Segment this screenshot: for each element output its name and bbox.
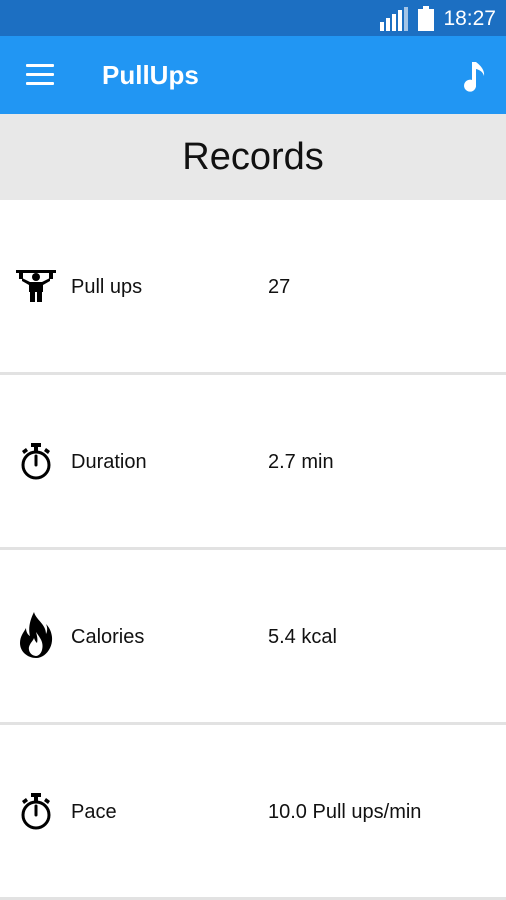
pull-up-icon bbox=[16, 270, 56, 302]
stopwatch-icon bbox=[21, 443, 51, 480]
flame-icon bbox=[20, 612, 53, 658]
record-row-calories: Calories 5.4 kcal bbox=[0, 550, 506, 725]
app-bar: PullUps bbox=[0, 36, 506, 114]
status-bar: 18:27 bbox=[0, 0, 506, 36]
signal-icon bbox=[380, 7, 408, 31]
record-label: Calories bbox=[71, 626, 145, 648]
record-row-pace: Pace 10.0 Pull ups/min bbox=[0, 725, 506, 900]
app-title: PullUps bbox=[102, 60, 199, 90]
records-header: Records bbox=[0, 114, 506, 200]
battery-icon bbox=[418, 6, 434, 31]
record-value: 10.0 Pull ups/min bbox=[268, 801, 422, 823]
records-list: Pull ups 27 Duration 2.7 min Calories 5.… bbox=[0, 200, 506, 900]
record-label: Pace bbox=[71, 801, 117, 823]
page-title: Records bbox=[182, 135, 324, 178]
record-row-pull-ups: Pull ups 27 bbox=[0, 200, 506, 375]
stopwatch-icon bbox=[21, 793, 51, 830]
record-row-duration: Duration 2.7 min bbox=[0, 375, 506, 550]
record-value: 2.7 min bbox=[268, 451, 334, 473]
record-label: Pull ups bbox=[71, 276, 143, 298]
record-value: 5.4 kcal bbox=[268, 626, 337, 648]
record-label: Duration bbox=[71, 451, 147, 473]
hamburger-menu-icon[interactable] bbox=[26, 64, 54, 88]
status-time: 18:27 bbox=[443, 7, 496, 30]
music-note-icon[interactable] bbox=[462, 60, 486, 92]
record-value: 27 bbox=[268, 276, 291, 298]
